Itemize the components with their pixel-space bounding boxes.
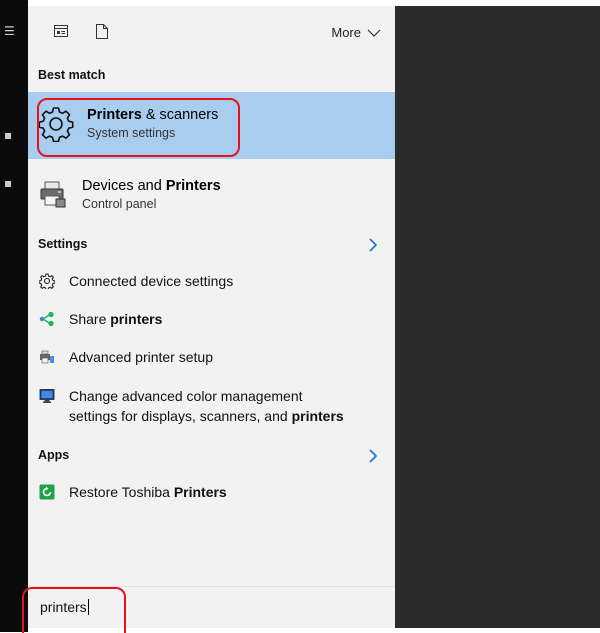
best-match-heading: Best match [38, 68, 106, 82]
text-caret [87, 599, 89, 615]
setting-label: Advanced printer setup [69, 349, 213, 365]
result-subtitle: System settings [87, 126, 176, 140]
setting-connected-devices[interactable]: Connected device settings [28, 271, 395, 291]
apps-heading: Apps [38, 448, 70, 462]
result-title: Printers & scanners [87, 107, 219, 123]
share-icon [39, 311, 54, 327]
strip-icon[interactable]: ▪ [4, 176, 12, 190]
more-button[interactable]: More [331, 25, 381, 40]
result-devices-printers[interactable]: Devices and Printers Control panel [28, 176, 395, 211]
strip-icon[interactable]: ▪ [4, 128, 12, 142]
settings-heading: Settings [38, 237, 88, 251]
documents-filter-icon[interactable] [54, 24, 68, 43]
gear-icon [38, 107, 74, 142]
more-label: More [331, 25, 361, 40]
setting-share-printers[interactable]: Share printers [28, 309, 395, 329]
setting-label: Share printers [69, 311, 163, 327]
monitor-icon [39, 389, 55, 403]
result-subtitle: Control panel [82, 197, 157, 211]
taskbar-strip: ☰ ▪ ▪ [0, 0, 28, 632]
app-restore-toshiba-printers[interactable]: Restore Toshiba Printers [28, 482, 395, 502]
restore-icon [39, 484, 55, 500]
printer-icon [40, 181, 66, 208]
setting-label: Connected device settings [69, 273, 234, 289]
setting-advanced-printer-setup[interactable]: Advanced printer setup [28, 347, 395, 367]
chevron-right-icon[interactable] [369, 449, 377, 463]
setting-color-management[interactable]: Change advanced color management setting… [28, 386, 395, 426]
search-toolbar: More [28, 6, 395, 62]
gear-icon [39, 273, 55, 289]
result-printers-scanners[interactable]: Printers & scanners System settings [28, 92, 395, 159]
printer-setup-icon [40, 350, 54, 364]
app-label: Restore Toshiba Printers [69, 484, 227, 500]
search-box[interactable]: printers [28, 586, 395, 628]
chevron-down-icon [367, 29, 381, 37]
setting-label: Change advanced color management setting… [69, 388, 344, 424]
desktop-background [395, 6, 600, 628]
chevron-right-icon[interactable] [369, 238, 377, 252]
hamburger-icon[interactable]: ☰ [4, 24, 15, 38]
document-icon[interactable] [96, 24, 108, 44]
search-input[interactable]: printers [40, 599, 89, 615]
search-results-panel: More Best match Printers & scanners Syst… [28, 6, 395, 586]
result-title: Devices and Printers [82, 178, 221, 194]
